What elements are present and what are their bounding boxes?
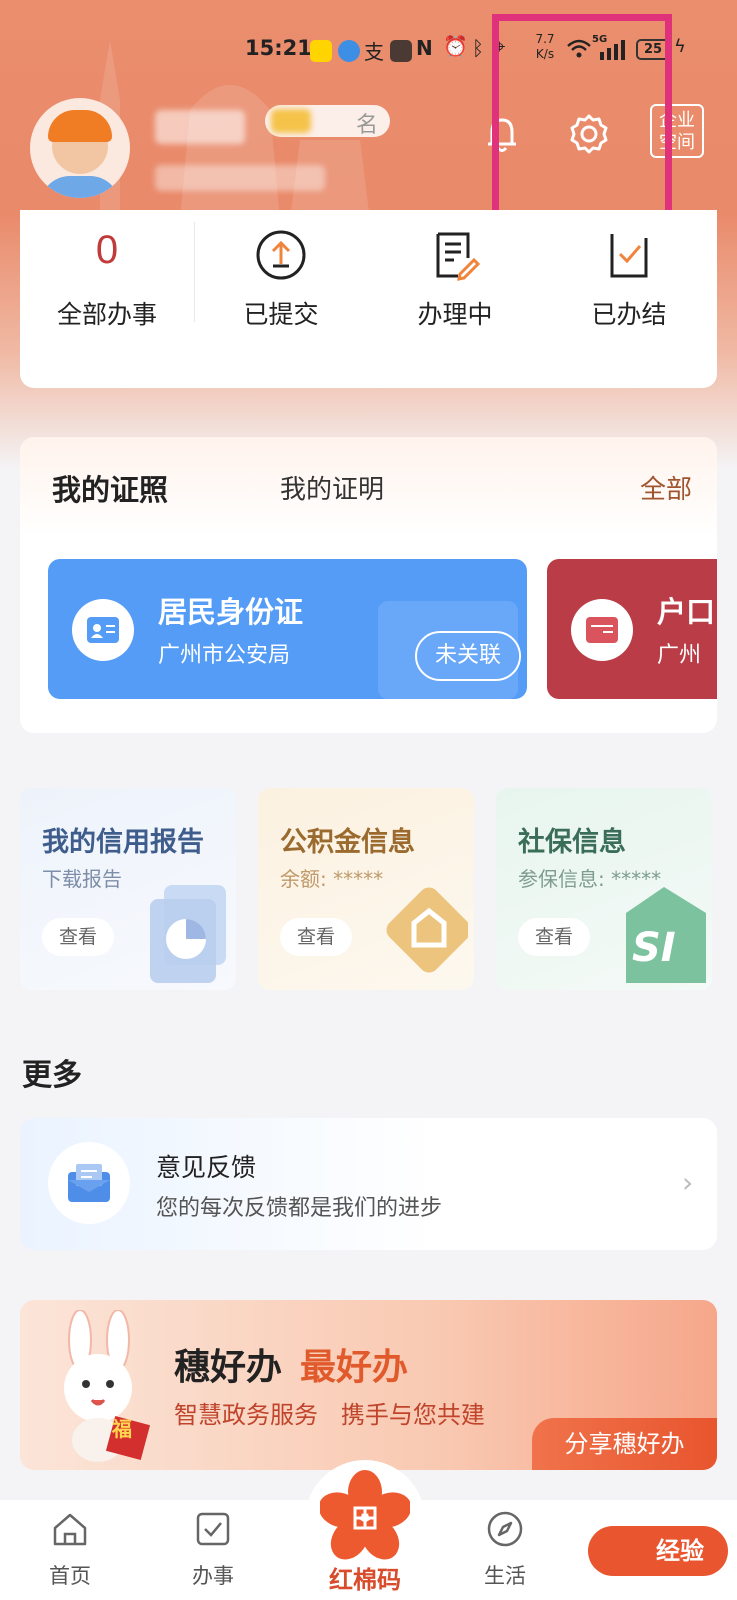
- not-linked-button[interactable]: 未关联: [415, 631, 521, 681]
- feedback-subtitle: 您的每次反馈都是我们的进步: [156, 1196, 443, 1221]
- credit-report-tile[interactable]: 我的信用报告 下载报告 查看: [20, 788, 236, 990]
- banner-subtitle: 智慧政务服务 携手与您共建: [174, 1401, 485, 1429]
- household-icon-circle: [571, 599, 633, 661]
- document-edit-icon: [436, 232, 481, 281]
- tab-my-certificates[interactable]: 我的证照: [52, 467, 168, 509]
- compass-icon: [487, 1511, 523, 1547]
- feedback-title: 意见反馈: [156, 1153, 257, 1182]
- card-issuer: 广州: [657, 643, 702, 668]
- view-button[interactable]: 查看: [518, 918, 590, 956]
- task-check-icon: [196, 1512, 230, 1546]
- alarm-icon: ⏰: [443, 34, 468, 58]
- status-time: 15:21: [245, 36, 312, 60]
- tile-subtitle: 余额: *****: [280, 867, 384, 891]
- nfc-icon: N: [416, 36, 433, 60]
- housing-fund-tile[interactable]: 公积金信息 余额: ***** 查看: [258, 788, 474, 990]
- browser-app-icon: [338, 40, 360, 62]
- task-status-card: 0 全部办事 已提交 办理中 已办结: [20, 210, 717, 388]
- avatar[interactable]: [30, 98, 130, 198]
- card-issuer: 广州市公安局: [158, 643, 291, 668]
- stat-processing[interactable]: 办理中: [368, 210, 542, 388]
- stat-completed[interactable]: 已办结: [542, 210, 716, 388]
- feedback-icon-circle: [48, 1142, 130, 1224]
- chevron-right-icon: ›: [682, 1166, 694, 1199]
- stat-label: 已办结: [591, 300, 667, 329]
- housing-fund-icon: [386, 887, 468, 973]
- pie-chart-icon: [150, 885, 226, 983]
- certificates-card: 我的证照 我的证明 全部 居民身份证 广州市公安局 未关联 户口 广州: [20, 437, 717, 733]
- user-id-blurred: [155, 165, 325, 191]
- card-title: 居民身份证: [158, 595, 304, 629]
- view-button[interactable]: 查看: [42, 918, 114, 956]
- fu-character: 福: [112, 1417, 132, 1441]
- nav-home[interactable]: 首页: [20, 1500, 120, 1600]
- feedback-item[interactable]: 意见反馈 您的每次反馈都是我们的进步 ›: [20, 1118, 717, 1250]
- id-card-tile[interactable]: 居民身份证 广州市公安局 未关联: [48, 559, 527, 699]
- banner-title: 穗好办: [174, 1347, 283, 1388]
- view-button[interactable]: 查看: [280, 918, 352, 956]
- nav-kapok-code[interactable]: 红棉码: [300, 1460, 430, 1600]
- banner-title-highlight: 最好办: [300, 1347, 409, 1388]
- stat-count: 0: [95, 228, 119, 272]
- id-card-icon-circle: [72, 599, 134, 661]
- bluetooth-icon: ᛒ: [472, 36, 484, 60]
- nav-label: 办事: [192, 1564, 234, 1588]
- nav-label: 红棉码: [329, 1566, 401, 1594]
- nav-label: 首页: [49, 1564, 91, 1588]
- promo-banner[interactable]: 福 穗好办 最好办 智慧政务服务 携手与您共建 分享穗好办: [20, 1300, 717, 1470]
- more-section-title: 更多: [22, 1058, 82, 1093]
- stat-label: 全部办事: [56, 300, 157, 329]
- experience-button[interactable]: 经验: [588, 1526, 728, 1576]
- nav-tasks[interactable]: 办事: [163, 1500, 263, 1600]
- verified-name-badge[interactable]: 名: [265, 105, 390, 138]
- alipay-icon: 支: [364, 40, 384, 64]
- stat-label: 已提交: [243, 300, 319, 329]
- tile-title: 公积金信息: [280, 827, 415, 858]
- avatar-hair: [48, 110, 112, 142]
- upload-icon: [256, 230, 306, 280]
- badge-icon-blurred: [271, 109, 311, 133]
- user-name-blurred: [155, 110, 245, 144]
- svg-text:SI: SI: [632, 925, 676, 971]
- badge-label: 名: [355, 113, 378, 138]
- checklist-icon: [610, 234, 648, 278]
- household-register-tile[interactable]: 户口 广州: [547, 559, 717, 699]
- charging-icon: ϟ: [674, 36, 686, 57]
- stat-submitted[interactable]: 已提交: [194, 210, 368, 388]
- tab-my-proofs[interactable]: 我的证明: [280, 469, 384, 506]
- nav-label: 生活: [484, 1564, 526, 1588]
- share-button[interactable]: 分享穗好办: [532, 1418, 717, 1470]
- feedback-mail-icon: [68, 1164, 110, 1202]
- social-security-icon: SI: [626, 887, 706, 983]
- stat-all-tasks[interactable]: 0 全部办事: [20, 210, 194, 388]
- home-icon: [53, 1513, 87, 1546]
- annotation-highlight-box: [492, 14, 672, 238]
- tile-subtitle: 下载报告: [42, 867, 122, 891]
- rabbit-mascot-icon: [64, 1310, 151, 1462]
- id-card-icon: [87, 617, 119, 643]
- kapok-flower-icon: [320, 1470, 410, 1560]
- stat-label: 办理中: [417, 300, 493, 329]
- view-all-link[interactable]: 全部: [640, 469, 692, 506]
- household-register-icon: [586, 617, 618, 643]
- avatar-body: [40, 176, 120, 198]
- shopping-app-icon: [390, 40, 412, 62]
- tile-title: 社保信息: [518, 827, 626, 858]
- nav-life[interactable]: 生活: [455, 1500, 555, 1600]
- tile-title: 我的信用报告: [42, 827, 204, 858]
- yy-app-icon: [310, 40, 332, 62]
- social-security-tile[interactable]: 社保信息 参保信息: ***** 查看 SI: [496, 788, 712, 990]
- card-title: 户口: [657, 595, 716, 629]
